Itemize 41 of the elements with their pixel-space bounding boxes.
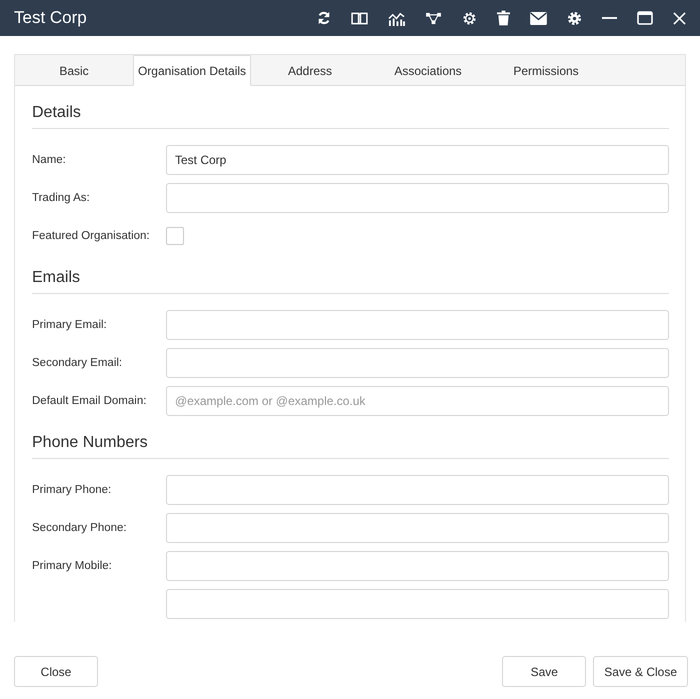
field-label: Secondary Email:: [32, 357, 124, 369]
section-heading: Details: [32, 104, 669, 129]
tab[interactable]: Organisation Details: [133, 55, 251, 86]
field-label: Name:: [32, 154, 67, 166]
field-label: Trading As:: [32, 192, 91, 204]
checkbox[interactable]: [166, 227, 184, 245]
section-heading: Emails: [32, 269, 669, 294]
field-label: Primary Phone:: [32, 484, 112, 496]
tab[interactable]: Basic: [15, 55, 133, 86]
settings-icon[interactable]: [567, 10, 582, 26]
window-title: Test Corp: [14, 8, 87, 28]
save-button[interactable]: Save & Close: [593, 656, 688, 687]
tab[interactable]: Permissions: [487, 55, 605, 86]
input-field[interactable]: [166, 551, 669, 581]
input-field[interactable]: [166, 513, 669, 543]
field-label: Primary Email:: [32, 319, 108, 331]
input-field[interactable]: [166, 475, 669, 505]
field-label: Primary Mobile:: [32, 560, 113, 572]
network-icon[interactable]: [425, 12, 442, 24]
close-button[interactable]: Close: [14, 656, 98, 687]
cog-icon[interactable]: [462, 10, 477, 26]
refresh-icon[interactable]: [317, 11, 331, 25]
envelope-icon[interactable]: [530, 12, 547, 24]
input-field[interactable]: [166, 589, 669, 619]
tab[interactable]: Address: [251, 55, 369, 86]
field-label: Secondary Phone:: [32, 522, 128, 534]
save-button[interactable]: Save: [502, 656, 586, 687]
book-icon[interactable]: [351, 12, 368, 24]
field-label: Default Email Domain:: [32, 395, 148, 407]
input-field[interactable]: [166, 310, 669, 340]
maximize-icon[interactable]: [637, 11, 653, 25]
tab[interactable]: Associations: [369, 55, 487, 86]
field-label: Featured Organisation:: [32, 230, 151, 242]
close-icon[interactable]: [673, 12, 686, 24]
chart-icon[interactable]: [388, 10, 405, 26]
section-heading: Phone Numbers: [32, 434, 669, 459]
input-field[interactable]: Test Corp: [166, 145, 669, 175]
input-field[interactable]: @example.com or @example.co.uk: [166, 386, 669, 416]
input-field[interactable]: [166, 348, 669, 378]
input-field[interactable]: [166, 183, 669, 213]
trash-icon[interactable]: [497, 10, 510, 26]
